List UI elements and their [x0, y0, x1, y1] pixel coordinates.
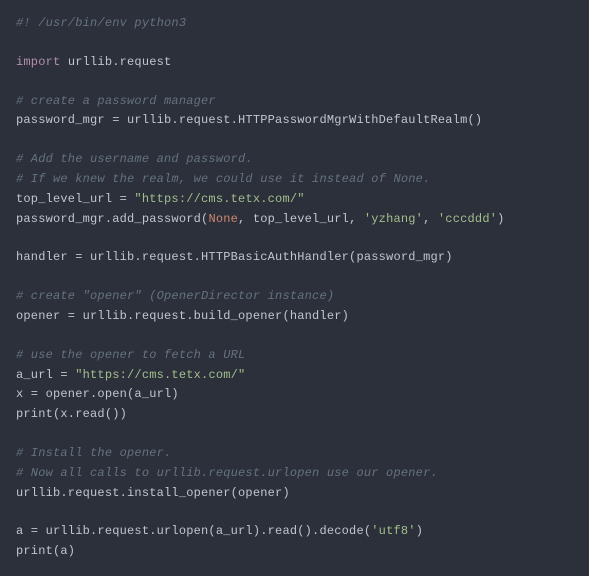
- code-line: opener = urllib.request.build_opener(han…: [16, 309, 349, 323]
- blank-line: [16, 229, 573, 248]
- none-literal: None: [208, 212, 238, 226]
- code-text: , top_level_url,: [238, 212, 364, 226]
- comment-line: # Add the username and password.: [16, 152, 253, 166]
- comment-line: # If we knew the realm, we could use it …: [16, 172, 430, 186]
- code-line: print(x.read()): [16, 407, 127, 421]
- code-text: a_url =: [16, 368, 75, 382]
- code-block: #! /usr/bin/env python3 import urllib.re…: [16, 14, 573, 562]
- import-keyword: import: [16, 55, 60, 69]
- string-literal: 'yzhang': [364, 212, 423, 226]
- code-line: password_mgr = urllib.request.HTTPPasswo…: [16, 113, 482, 127]
- string-literal: 'utf8': [371, 524, 415, 538]
- comment-line: # Now all calls to urllib.request.urlope…: [16, 466, 438, 480]
- code-text: top_level_url =: [16, 192, 134, 206]
- code-text: a = urllib.request.urlopen(a_url).read()…: [16, 524, 371, 538]
- comment-line: # create a password manager: [16, 94, 216, 108]
- blank-line: [16, 131, 573, 150]
- blank-line: [16, 425, 573, 444]
- code-text: password_mgr.add_password(: [16, 212, 208, 226]
- code-line: print(a): [16, 544, 75, 558]
- blank-line: [16, 503, 573, 522]
- comment-line: # Install the opener.: [16, 446, 171, 460]
- blank-line: [16, 268, 573, 287]
- comment-line: # use the opener to fetch a URL: [16, 348, 245, 362]
- blank-line: [16, 34, 573, 53]
- string-literal: "https://cms.tetx.com/": [134, 192, 304, 206]
- code-line: x = opener.open(a_url): [16, 387, 179, 401]
- shebang-comment: #! /usr/bin/env python3: [16, 16, 186, 30]
- string-literal: 'cccddd': [438, 212, 497, 226]
- import-module: urllib.request: [60, 55, 171, 69]
- code-line: handler = urllib.request.HTTPBasicAuthHa…: [16, 250, 453, 264]
- string-literal: "https://cms.tetx.com/": [75, 368, 245, 382]
- comment-line: # create "opener" (OpenerDirector instan…: [16, 289, 334, 303]
- code-text: ,: [423, 212, 438, 226]
- blank-line: [16, 73, 573, 92]
- code-line: urllib.request.install_opener(opener): [16, 486, 290, 500]
- code-text: ): [416, 524, 423, 538]
- code-text: ): [497, 212, 504, 226]
- blank-line: [16, 327, 573, 346]
